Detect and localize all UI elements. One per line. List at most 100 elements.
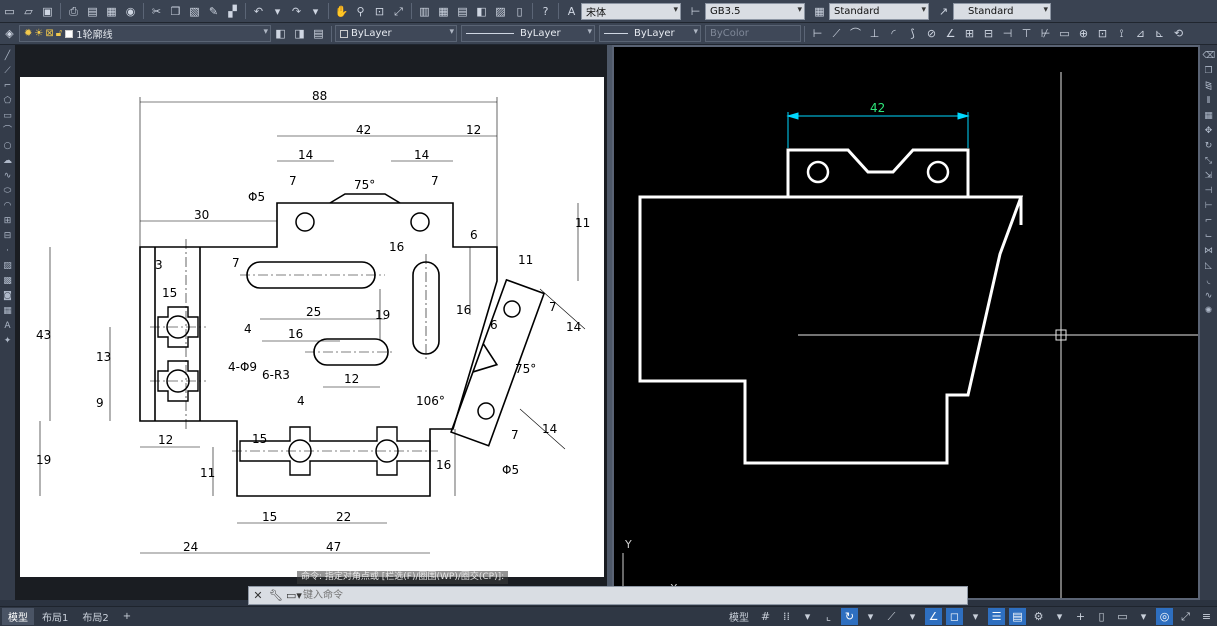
table-icon[interactable]: ▦ [2,305,14,317]
baseline-dim-icon[interactable]: ⊟ [980,25,997,42]
center-mark-icon[interactable]: ⊕ [1075,25,1092,42]
quick-properties-dropdown-icon[interactable]: ▾ [1135,608,1152,625]
aligned-dim-icon[interactable]: ⟋ [828,25,845,42]
redo-dropdown-icon[interactable]: ▾ [307,3,324,20]
isodraft-icon[interactable]: ⟋ [883,608,900,625]
print-preview-icon[interactable]: ▤ [84,3,101,20]
trim-icon[interactable]: ⊣ [1203,185,1215,197]
text-style-icon[interactable]: A [563,3,580,20]
rectangle-icon[interactable]: ▭ [2,110,14,122]
arc-icon[interactable]: ⌒ [2,125,14,137]
workspace-icon[interactable]: ⚙ [1030,608,1047,625]
recent-commands-icon[interactable]: ▭▾ [285,587,303,604]
units-icon[interactable]: ▯ [1093,608,1110,625]
open-icon[interactable]: ▱ [20,3,37,20]
text-style-select[interactable]: 宋体 ▾ [581,2,681,20]
region-icon[interactable]: ◙ [2,290,14,302]
tab-layout2[interactable]: 布局2 [76,608,114,625]
new-icon[interactable]: ▭ [1,3,18,20]
layer-previous-icon[interactable]: ◨ [291,25,308,42]
fillet-icon[interactable]: ◟ [1203,275,1215,287]
extend-icon[interactable]: ⊢ [1203,200,1215,212]
ellipse-arc-icon[interactable]: ◠ [2,200,14,212]
erase-icon[interactable]: ⌫ [1203,50,1216,62]
dim-style-select[interactable]: GB3.5 ▾ [705,2,805,20]
arc-length-icon[interactable]: ⌒ [847,25,864,42]
layer-manager-icon[interactable]: ◈ [1,25,18,42]
annotation-monitor-icon[interactable]: + [1072,608,1089,625]
zoom-realtime-icon[interactable]: ⚲ [352,3,369,20]
diameter-dim-icon[interactable]: ⊘ [923,25,940,42]
object-snap-tracking-icon[interactable]: ∠ [925,608,942,625]
line-icon[interactable]: ╱ [2,50,14,62]
array-icon[interactable]: ▦ [1203,110,1215,122]
dim-break-icon[interactable]: ⊬ [1037,25,1054,42]
print-icon[interactable]: ⎙ [65,3,82,20]
spline-icon[interactable]: ∿ [2,170,14,182]
circle-icon[interactable]: ○ [2,140,14,152]
add-selected-icon[interactable]: ✦ [2,335,14,347]
blend-icon[interactable]: ∿ [1203,290,1215,302]
design-center-icon[interactable]: ▦ [435,3,452,20]
polar-dropdown-icon[interactable]: ▾ [862,608,879,625]
copy-icon[interactable]: ❐ [167,3,184,20]
dim-text-edit-icon[interactable]: ⊾ [1151,25,1168,42]
polyline-icon[interactable]: ⌐ [2,80,14,92]
undo-icon[interactable]: ↶ [250,3,267,20]
dim-space-icon[interactable]: ⊤ [1018,25,1035,42]
multileader-style-select[interactable]: Standard ▾ [953,2,1051,20]
break-at-point-icon[interactable]: ⌐ [1203,215,1215,227]
point-icon[interactable]: · [2,245,14,257]
snap-icon[interactable]: ⁞⁞ [778,608,795,625]
ordinate-dim-icon[interactable]: ⊥ [866,25,883,42]
isolate-objects-icon[interactable]: ◎ [1156,608,1173,625]
quick-dim-icon[interactable]: ⊞ [961,25,978,42]
match-properties-icon[interactable]: ✎ [205,3,222,20]
table-style-icon[interactable]: ▦ [811,3,828,20]
lineweight-icon[interactable]: ☰ [988,608,1005,625]
hatch-icon[interactable]: ▨ [2,260,14,272]
pan-icon[interactable]: ✋ [333,3,350,20]
help-icon[interactable]: ? [537,3,554,20]
revcloud-icon[interactable]: ☁ [2,155,14,167]
undo-dropdown-icon[interactable]: ▾ [269,3,286,20]
sheet-set-icon[interactable]: ◧ [473,3,490,20]
polar-tracking-icon[interactable]: ↻ [841,608,858,625]
multileader-style-icon[interactable]: ↗ [935,3,952,20]
radius-dim-icon[interactable]: ◜ [885,25,902,42]
join-icon[interactable]: ⋈ [1203,245,1215,257]
tab-layout1[interactable]: 布局1 [36,608,74,625]
customization-menu-icon[interactable]: ≡ [1198,608,1215,625]
paste-icon[interactable]: ▧ [186,3,203,20]
ellipse-icon[interactable]: ⬭ [2,185,14,197]
snap-dropdown-icon[interactable]: ▾ [799,608,816,625]
mirror-icon[interactable]: ⧎ [1203,80,1215,92]
properties-icon[interactable]: ▥ [416,3,433,20]
model-space-button[interactable]: 模型 [723,608,755,625]
customize-icon[interactable]: 🔧︎ [267,587,285,604]
angular-dim-icon[interactable]: ∠ [942,25,959,42]
scale-icon[interactable]: ⤡ [1203,155,1215,167]
add-layout-icon[interactable]: + [117,608,137,625]
rotate-icon[interactable]: ↻ [1203,140,1215,152]
layer-select[interactable]: ✹ ☀ ⊠ 🔓︎ 1轮廓线 ▾ [19,25,271,42]
jogged-linear-icon[interactable]: ⟟ [1113,25,1130,42]
break-icon[interactable]: ⌙ [1203,230,1215,242]
plotstyle-select[interactable]: ByColor [705,25,801,42]
move-icon[interactable]: ✥ [1203,125,1215,137]
offset-icon[interactable]: ⫴ [1203,95,1215,107]
clean-screen-icon[interactable]: ⤢ [1177,608,1194,625]
calculator-icon[interactable]: ▯ [511,3,528,20]
redo-icon[interactable]: ↷ [288,3,305,20]
linear-dim-icon[interactable]: ⊢ [809,25,826,42]
construction-line-icon[interactable]: ⟋ [2,65,14,77]
quick-properties-icon[interactable]: ▭ [1114,608,1131,625]
ortho-icon[interactable]: ⌞ [820,608,837,625]
dim-style-icon[interactable]: ⊢ [687,3,704,20]
polygon-icon[interactable]: ⬠ [2,95,14,107]
tool-palettes-icon[interactable]: ▤ [454,3,471,20]
jogged-dim-icon[interactable]: ⟆ [904,25,921,42]
table-style-select[interactable]: Standard ▾ [829,2,929,20]
copy-object-icon[interactable]: ❐ [1203,65,1215,77]
mtext-icon[interactable]: A [2,320,14,332]
